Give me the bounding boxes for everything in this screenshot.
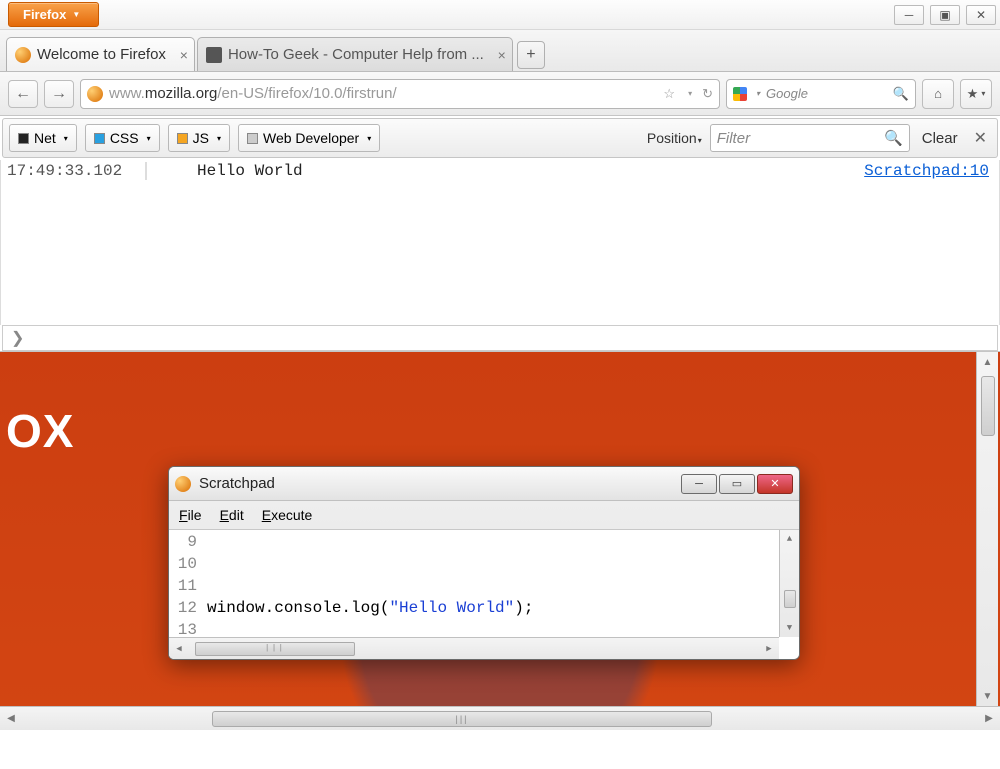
- editor-horizontal-scrollbar[interactable]: ◀ ||| ▶: [169, 637, 779, 659]
- firefox-icon: [175, 476, 191, 492]
- web-console-toolbar: Net▾ CSS▾ JS▾ Web Developer▾ Position Fi…: [2, 118, 998, 158]
- filter-js-button[interactable]: JS▾: [168, 124, 230, 152]
- js-swatch-icon: [177, 133, 188, 144]
- dropdown-icon[interactable]: ▾: [688, 89, 692, 98]
- maximize-icon: ▣: [939, 8, 950, 22]
- chevron-down-icon: ▾: [64, 134, 68, 143]
- scratchpad-minimize-button[interactable]: ─: [681, 474, 717, 494]
- scratchpad-window: Scratchpad ─ ▭ ✕ File Edit Execute 9 10 …: [168, 466, 800, 660]
- scroll-right-icon[interactable]: ▶: [759, 644, 779, 654]
- clear-button[interactable]: Clear: [918, 130, 962, 147]
- console-filter-input[interactable]: Filter 🔍: [710, 124, 910, 152]
- css-swatch-icon: [94, 133, 105, 144]
- console-input[interactable]: ❯: [2, 325, 998, 351]
- scroll-left-icon[interactable]: ◀: [0, 713, 22, 724]
- scroll-down-icon[interactable]: ▼: [787, 619, 792, 637]
- bookmarks-button[interactable]: ★▾: [960, 79, 992, 109]
- scroll-down-icon[interactable]: ▼: [983, 686, 993, 706]
- forward-arrow-icon: →: [51, 85, 67, 103]
- scroll-track[interactable]: |||: [22, 711, 978, 727]
- firefox-favicon-icon: [15, 47, 31, 63]
- log-message: Hello World: [147, 162, 864, 180]
- webdev-swatch-icon: [247, 133, 258, 144]
- new-tab-button[interactable]: +: [517, 41, 545, 69]
- net-swatch-icon: [18, 133, 29, 144]
- scratchpad-maximize-button[interactable]: ▭: [719, 474, 755, 494]
- log-timestamp: 17:49:33.102: [7, 162, 147, 180]
- scroll-up-icon[interactable]: ▲: [787, 530, 792, 548]
- chevron-down-icon: ▾: [367, 134, 371, 143]
- horizontal-scrollbar[interactable]: ◀ ||| ▶: [0, 706, 1000, 730]
- reload-icon[interactable]: ↻: [702, 86, 713, 102]
- site-favicon-icon: [87, 86, 103, 102]
- firefox-menu-button[interactable]: Firefox ▼: [8, 2, 99, 27]
- back-arrow-icon: ←: [15, 85, 31, 103]
- app-menubar: Firefox ▼ ─ ▣ ✕: [0, 0, 1000, 30]
- search-box[interactable]: ▾ Google 🔍: [726, 79, 916, 109]
- log-source-link[interactable]: Scratchpad:10: [864, 162, 989, 180]
- htg-favicon-icon: [206, 47, 222, 63]
- filter-css-button[interactable]: CSS▾: [85, 124, 160, 152]
- search-engine-dropdown-icon[interactable]: ▾: [756, 89, 760, 98]
- scratchpad-editor[interactable]: 9 10 11 12 13 window.console.log("Hello …: [169, 529, 799, 659]
- scratchpad-title: Scratchpad: [199, 475, 275, 492]
- tab-title: How-To Geek - Computer Help from ...: [228, 46, 484, 63]
- window-minimize-button[interactable]: ─: [894, 5, 924, 25]
- search-placeholder: Google: [766, 86, 808, 101]
- web-console-output: 17:49:33.102 Hello World Scratchpad:10: [0, 160, 1000, 325]
- chevron-down-icon: ▾: [147, 134, 151, 143]
- log-row: 17:49:33.102 Hello World Scratchpad:10: [1, 160, 999, 182]
- scroll-up-icon[interactable]: ▲: [983, 352, 993, 372]
- tab-strip: Welcome to Firefox × How-To Geek - Compu…: [0, 30, 1000, 72]
- back-button[interactable]: ←: [8, 80, 38, 108]
- scratchpad-close-button[interactable]: ✕: [757, 474, 793, 494]
- scroll-thumb[interactable]: [981, 376, 995, 436]
- scratchpad-titlebar[interactable]: Scratchpad ─ ▭ ✕: [169, 467, 799, 501]
- tab-title: Welcome to Firefox: [37, 46, 166, 63]
- chevron-down-icon: ▾: [981, 89, 985, 98]
- console-close-button[interactable]: ✕: [970, 128, 991, 148]
- chevron-down-icon: ▼: [72, 10, 80, 19]
- menu-edit[interactable]: Edit: [220, 507, 244, 523]
- filter-placeholder: Filter: [717, 130, 750, 147]
- scroll-thumb[interactable]: [784, 590, 796, 608]
- forward-button[interactable]: →: [44, 80, 74, 108]
- window-maximize-button[interactable]: ▣: [930, 5, 960, 25]
- filter-webdev-button[interactable]: Web Developer▾: [238, 124, 380, 152]
- scroll-right-icon[interactable]: ▶: [978, 713, 1000, 724]
- url-text: www.mozilla.org/en-US/firefox/10.0/first…: [109, 85, 397, 102]
- search-icon[interactable]: 🔍: [884, 129, 903, 147]
- vertical-scrollbar[interactable]: ▲ ▼: [976, 352, 998, 706]
- tab-howtogeek[interactable]: How-To Geek - Computer Help from ... ×: [197, 37, 513, 71]
- url-bar[interactable]: www.mozilla.org/en-US/firefox/10.0/first…: [80, 79, 720, 109]
- close-icon: ✕: [976, 8, 986, 22]
- home-button[interactable]: ⌂: [922, 79, 954, 109]
- navigation-toolbar: ← → www.mozilla.org/en-US/firefox/10.0/f…: [0, 72, 1000, 116]
- editor-vertical-scrollbar[interactable]: ▲ ▼: [779, 530, 799, 637]
- firefox-menu-label: Firefox: [23, 7, 66, 22]
- bookmark-star-icon[interactable]: ☆: [663, 86, 675, 102]
- tab-close-icon[interactable]: ×: [498, 47, 506, 63]
- menu-execute[interactable]: Execute: [262, 507, 313, 523]
- home-icon: ⌂: [934, 86, 942, 101]
- scroll-left-icon[interactable]: ◀: [169, 644, 189, 654]
- tab-close-icon[interactable]: ×: [180, 47, 188, 63]
- search-icon[interactable]: 🔍: [893, 86, 909, 102]
- position-dropdown[interactable]: Position: [647, 130, 702, 146]
- tab-welcome[interactable]: Welcome to Firefox ×: [6, 37, 195, 71]
- bookmarks-icon: ★: [967, 86, 979, 102]
- scratchpad-menubar: File Edit Execute: [169, 501, 799, 529]
- page-hero-text: OX: [6, 404, 74, 458]
- window-close-button[interactable]: ✕: [966, 5, 996, 25]
- minimize-icon: ─: [905, 8, 914, 22]
- scroll-thumb[interactable]: |||: [195, 642, 355, 656]
- filter-net-button[interactable]: Net▾: [9, 124, 77, 152]
- scroll-thumb[interactable]: |||: [212, 711, 712, 727]
- chevron-down-icon: ▾: [217, 134, 221, 143]
- google-icon: [733, 87, 747, 101]
- menu-file[interactable]: File: [179, 507, 202, 523]
